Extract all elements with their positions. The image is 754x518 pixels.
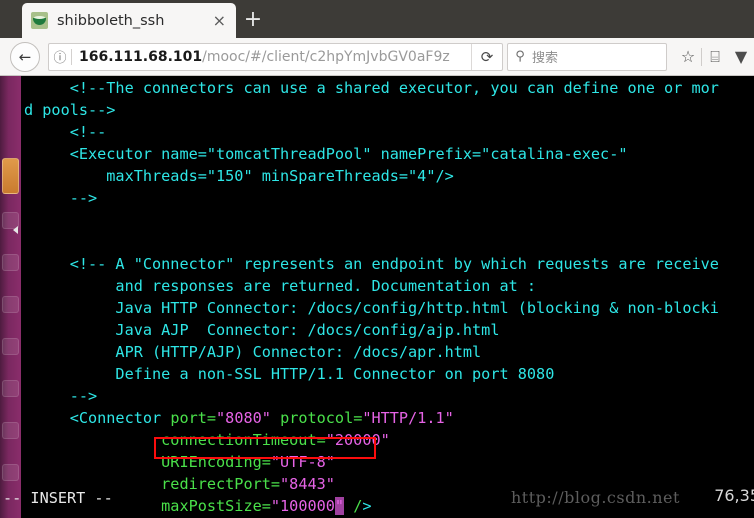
terminal-line: connectionTimeout="20000" (24, 429, 719, 451)
terminal-line: --> (24, 187, 719, 209)
terminal-span: URIEncoding= (161, 453, 271, 471)
back-button[interactable]: ← (10, 41, 40, 72)
terminal-span: Java HTTP Connector: /docs/config/http.h… (24, 299, 719, 317)
launcher-item-3[interactable] (2, 254, 19, 271)
url-text: 166.111.68.101/mooc/#/client/c2hpYmJvbGV… (72, 49, 471, 65)
terminal-span: <Executor name="tomcatThreadPool" namePr… (24, 145, 628, 163)
terminal-favicon-icon (31, 12, 48, 29)
terminal-span: "UTF-8" (270, 453, 335, 471)
terminal-span: " (334, 497, 345, 515)
terminal-window[interactable]: <!--The connectors can use a shared exec… (21, 76, 754, 518)
terminal-span: APR (HTTP/AJP) Connector: /docs/apr.html (24, 343, 482, 361)
library-icon[interactable]: ⌸ (702, 44, 728, 70)
terminal-span: "HTTP/1.1" (362, 409, 454, 427)
url-path: /mooc/#/client/c2hpYmJvbGV0aF9z (202, 48, 450, 65)
launcher-item-4[interactable] (2, 296, 19, 313)
terminal-span: <!--The connectors can use a shared exec… (24, 79, 719, 97)
terminal-span: connectionTimeout= (161, 431, 326, 449)
terminal-span (271, 409, 280, 427)
browser-tab[interactable]: shibboleth_ssh × (22, 3, 236, 38)
terminal-text: <!--The connectors can use a shared exec… (24, 77, 719, 518)
terminal-line: <!-- (24, 121, 719, 143)
reload-icon[interactable]: ⟳ (471, 43, 502, 70)
terminal-line: maxThreads="150" minSpareThreads="4"/> (24, 165, 719, 187)
terminal-line: Java HTTP Connector: /docs/config/http.h… (24, 297, 719, 319)
terminal-span: port= (170, 409, 217, 427)
terminal-span: <!-- (24, 123, 107, 141)
search-box[interactable]: ⚲ 搜索 (507, 42, 667, 71)
watermark-text: http://blog.csdn.net (511, 488, 680, 507)
terminal-span (24, 453, 161, 471)
terminal-span: --> (24, 189, 98, 207)
vim-row-col: 76,35 (714, 486, 754, 505)
terminal-span: maxThreads="150" minSpareThreads="4"/> (24, 167, 454, 185)
terminal-span (344, 497, 353, 515)
launcher-item-7[interactable] (2, 422, 19, 439)
search-placeholder: 搜索 (532, 51, 559, 66)
terminal-span: "20000" (325, 431, 390, 449)
terminal-span: d pools--> (24, 101, 116, 119)
terminal-span: "8080" (216, 409, 271, 427)
terminal-span: <Connector (24, 409, 171, 427)
terminal-span: <!-- A "Connector" represents an endpoin… (24, 255, 719, 273)
terminal-line: <Executor name="tomcatThreadPool" namePr… (24, 143, 719, 165)
terminal-line: APR (HTTP/AJP) Connector: /docs/apr.html (24, 341, 719, 363)
terminal-span: protocol= (280, 409, 363, 427)
new-tab-button[interactable]: + (242, 9, 264, 31)
terminal-line: d pools--> (24, 99, 719, 121)
terminal-span: "8443" (280, 475, 335, 493)
terminal-line: URIEncoding="UTF-8" (24, 451, 719, 473)
bookmark-star-icon[interactable]: ☆ (675, 44, 701, 70)
terminal-line: Java AJP Connector: /docs/config/ajp.htm… (24, 319, 719, 341)
terminal-span: and responses are returned. Documentatio… (24, 277, 537, 295)
terminal-line: Define a non-SSL HTTP/1.1 Connector on p… (24, 363, 719, 385)
vim-status-mode: -- INSERT -- (3, 489, 113, 507)
terminal-line: --> (24, 385, 719, 407)
info-icon[interactable]: ⓘ (49, 47, 71, 66)
menu-icon[interactable]: ▼ (728, 44, 754, 70)
terminal-span: --> (24, 387, 98, 405)
terminal-span: Define a non-SSL HTTP/1.1 Connector on p… (24, 365, 555, 383)
terminal-span: redirectPort= (161, 475, 281, 493)
terminal-span: > (362, 497, 372, 515)
launcher-item-active[interactable] (2, 158, 19, 194)
browser-chrome: shibboleth_ssh × + ← ⓘ 166.111.68.101/mo… (0, 0, 754, 76)
url-host: 166.111.68.101 (79, 48, 203, 65)
unity-launcher[interactable] (0, 76, 21, 518)
terminal-line: and responses are returned. Documentatio… (24, 275, 719, 297)
navigation-toolbar: ← ⓘ 166.111.68.101/mooc/#/client/c2hpYmJ… (0, 38, 754, 76)
tab-title: shibboleth_ssh (57, 12, 165, 29)
tab-strip: shibboleth_ssh × + (0, 0, 754, 38)
terminal-line: <!--The connectors can use a shared exec… (24, 77, 719, 99)
terminal-span (24, 431, 161, 449)
terminal-line: <Connector port="8080" protocol="HTTP/1.… (24, 407, 719, 429)
launcher-active-arrow-icon (13, 226, 18, 234)
address-bar[interactable]: ⓘ 166.111.68.101/mooc/#/client/c2hpYmJvb… (48, 42, 503, 71)
terminal-span: maxPostSize= (161, 497, 271, 515)
launcher-item-6[interactable] (2, 380, 19, 397)
search-icon: ⚲ (515, 49, 525, 64)
launcher-item-8[interactable] (2, 464, 19, 481)
terminal-line: <!-- A "Connector" represents an endpoin… (24, 253, 719, 275)
launcher-item-5[interactable] (2, 338, 19, 355)
terminal-span: / (353, 497, 363, 515)
terminal-span: "100000 (270, 497, 335, 515)
terminal-span: Java AJP Connector: /docs/config/ajp.htm… (24, 321, 500, 339)
close-icon[interactable]: × (209, 12, 230, 29)
